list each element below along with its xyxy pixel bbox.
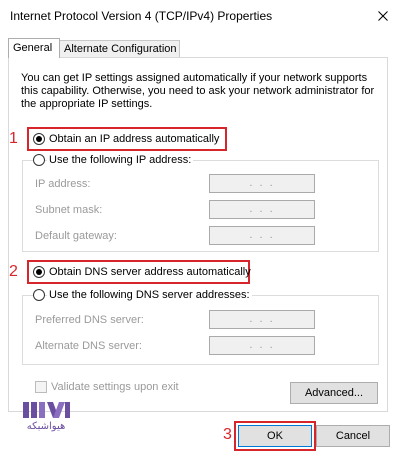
label-obtain-ip-auto: Obtain an IP address automatically <box>49 133 220 145</box>
ok-button[interactable]: OK <box>238 425 312 447</box>
label-use-following-dns: Use the following DNS server addresses: <box>47 288 252 302</box>
preferred-dns-input[interactable]: . . . <box>209 310 315 329</box>
label-default-gateway: Default gateway: <box>35 230 117 242</box>
default-gateway-input[interactable]: . . . <box>209 226 315 245</box>
cancel-button[interactable]: Cancel <box>316 425 390 447</box>
brand-logo-icon: هیواشبکه <box>20 399 72 437</box>
label-use-following-ip: Use the following IP address: <box>47 153 194 167</box>
label-validate-settings: Validate settings upon exit <box>51 381 179 393</box>
subnet-mask-input[interactable]: . . . <box>209 200 315 219</box>
validate-settings-checkbox[interactable] <box>35 381 47 393</box>
logo-mark <box>23 402 70 418</box>
step-1-marker: 1 <box>9 130 18 147</box>
ip-address-input[interactable]: . . . <box>209 174 315 193</box>
step-2-marker: 2 <box>9 263 18 280</box>
tab-general[interactable]: General <box>8 38 60 58</box>
label-ip-address: IP address: <box>35 178 91 190</box>
advanced-button[interactable]: Advanced... <box>290 382 378 404</box>
radio-obtain-ip-auto[interactable] <box>33 133 45 145</box>
label-preferred-dns: Preferred DNS server: <box>35 314 144 326</box>
radio-obtain-dns-auto[interactable] <box>33 266 45 278</box>
tab-alternate-configuration[interactable]: Alternate Configuration <box>60 40 180 58</box>
window-title: Internet Protocol Version 4 (TCP/IPv4) P… <box>10 9 273 23</box>
brand-text: هیواشبکه <box>26 421 66 432</box>
title-bar: Internet Protocol Version 4 (TCP/IPv4) P… <box>0 0 402 32</box>
dns-server-group <box>22 295 379 365</box>
step-3-marker: 3 <box>223 426 232 443</box>
radio-use-following-dns[interactable] <box>33 289 45 301</box>
label-subnet-mask: Subnet mask: <box>35 204 103 216</box>
description-text: You can get IP settings assigned automat… <box>21 72 375 110</box>
radio-use-following-ip[interactable] <box>33 154 45 166</box>
close-button[interactable] <box>370 4 396 28</box>
alternate-dns-input[interactable]: . . . <box>209 336 315 355</box>
label-obtain-dns-auto: Obtain DNS server address automatically <box>49 266 251 278</box>
close-icon <box>378 11 388 21</box>
label-alternate-dns: Alternate DNS server: <box>35 340 142 352</box>
ipv4-properties-dialog: Internet Protocol Version 4 (TCP/IPv4) P… <box>0 0 402 457</box>
